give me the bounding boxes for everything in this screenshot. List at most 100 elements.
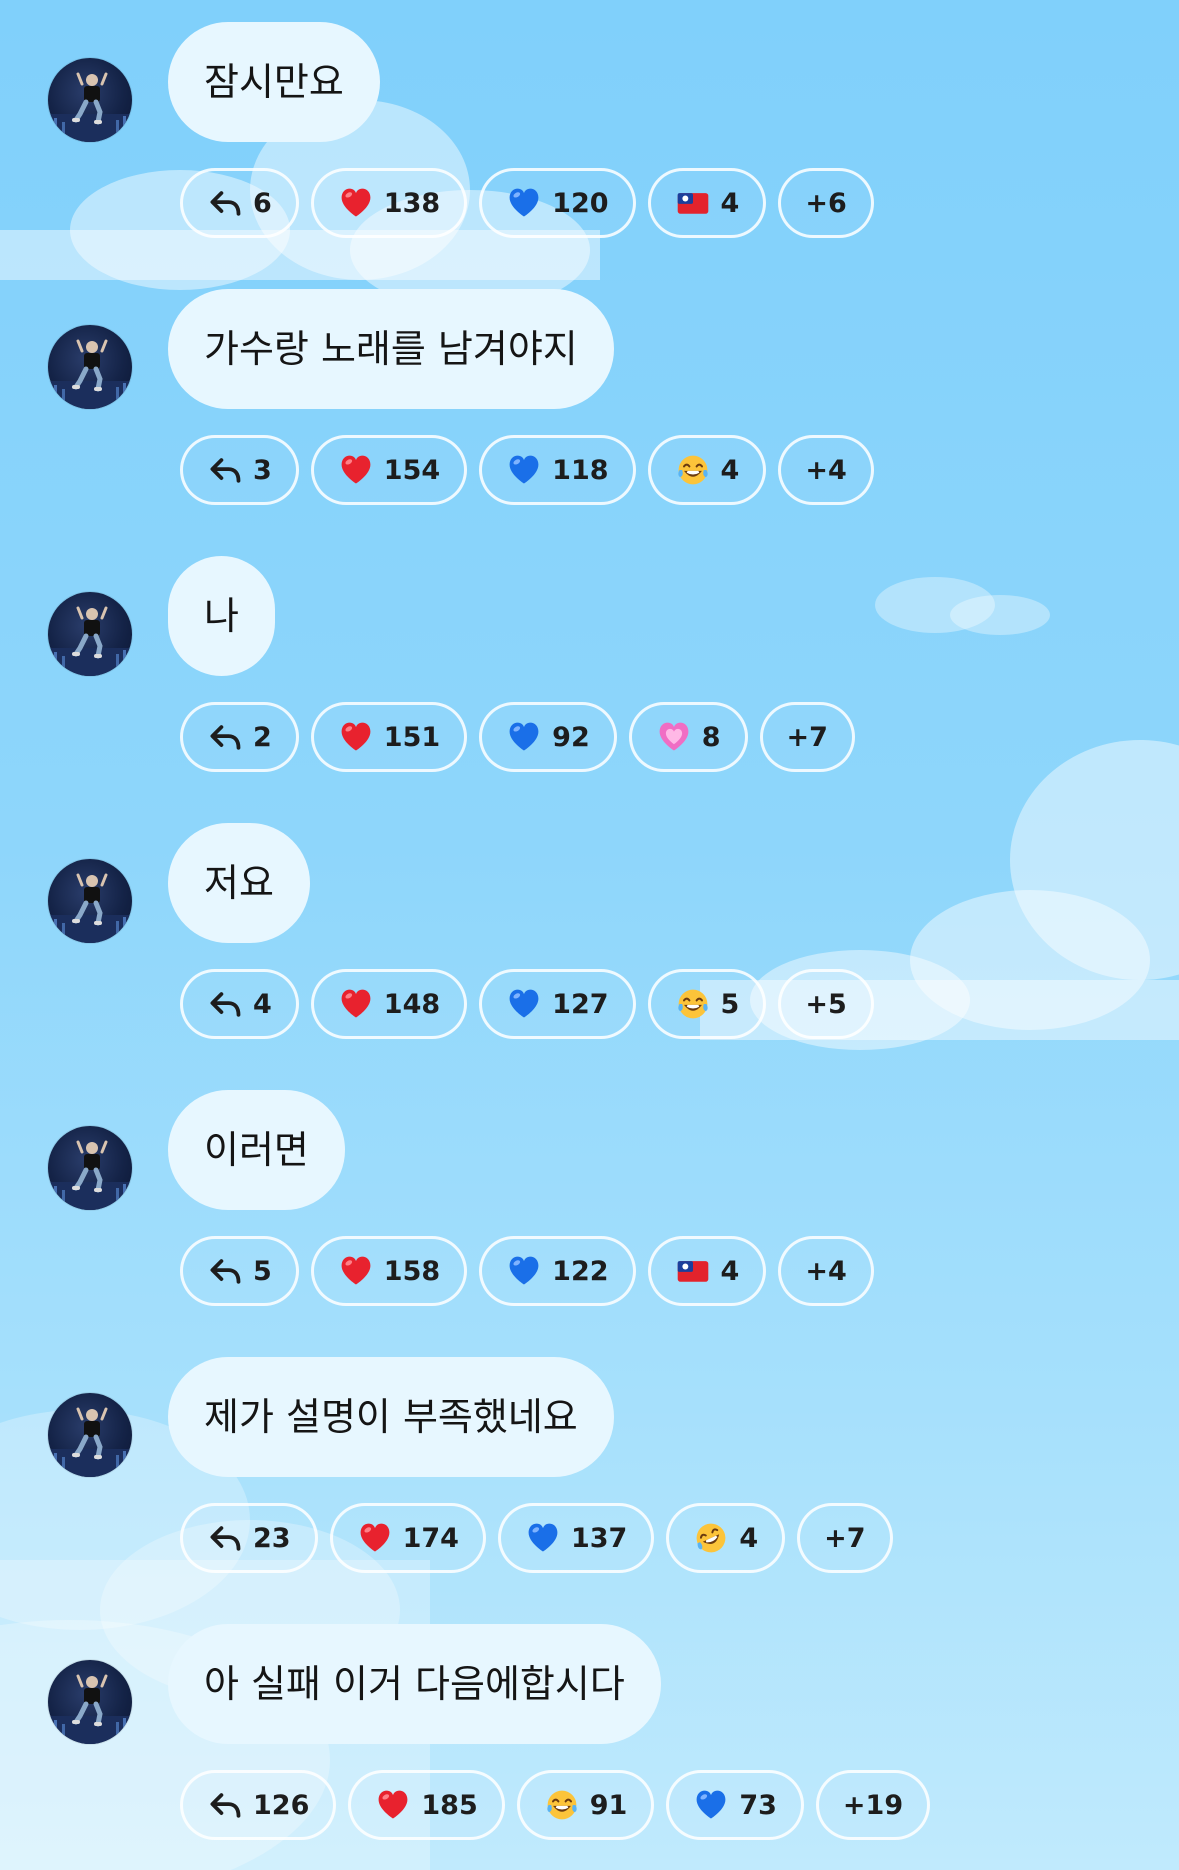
message-bubble[interactable]: 잠시만요: [168, 22, 380, 142]
more-reactions-button[interactable]: +7: [797, 1503, 893, 1573]
reaction-count: 126: [253, 1789, 310, 1821]
reaction-bar: 3 154 118 4 +4: [180, 435, 874, 505]
reaction-chip[interactable]: 118: [479, 435, 636, 505]
reaction-chip[interactable]: 151: [310, 702, 468, 772]
reply-icon: [207, 986, 243, 1022]
avatar[interactable]: [48, 1393, 132, 1477]
red-heart-icon: [338, 452, 374, 488]
message-bubble[interactable]: 가수랑 노래를 남겨야지: [168, 289, 614, 409]
message-row: 제가 설명이 부족했네요 23 174 137 4 +7: [0, 1335, 1179, 1602]
reaction-chip[interactable]: 120: [479, 168, 636, 238]
reaction-chip[interactable]: 148: [310, 969, 468, 1039]
reaction-chip[interactable]: 174: [329, 1503, 486, 1573]
pink-heart-icon: [656, 719, 692, 755]
reaction-chip[interactable]: 185: [348, 1770, 505, 1840]
blue-heart-icon: [525, 1520, 561, 1556]
more-reactions-button[interactable]: +19: [815, 1770, 931, 1840]
reaction-count: 120: [552, 187, 609, 219]
reaction-chip[interactable]: 73: [666, 1770, 804, 1840]
rolling-laughing-icon: [693, 1520, 729, 1556]
reaction-chip[interactable]: 4: [647, 435, 767, 505]
reaction-count: 174: [402, 1522, 459, 1554]
reaction-count: 138: [383, 187, 441, 219]
reply-icon: [207, 452, 243, 488]
reaction-count: 5: [253, 1255, 272, 1287]
reply-button[interactable]: 23: [180, 1503, 318, 1573]
reaction-count: 151: [383, 721, 441, 753]
reaction-count: 4: [739, 1522, 759, 1554]
taiwan-flag-icon: [675, 1253, 711, 1289]
blue-heart-icon: [506, 1253, 542, 1289]
reaction-chip[interactable]: 92: [479, 702, 617, 772]
avatar[interactable]: [48, 1660, 132, 1744]
message-bubble[interactable]: 저요: [168, 823, 310, 943]
reaction-chip[interactable]: 5: [647, 969, 767, 1039]
message-bubble[interactable]: 이러면: [168, 1090, 345, 1210]
avatar[interactable]: [48, 58, 132, 142]
reaction-count: 148: [383, 988, 441, 1020]
reaction-count: 127: [552, 988, 609, 1020]
message-bubble[interactable]: 제가 설명이 부족했네요: [168, 1357, 614, 1477]
reaction-count: +4: [805, 1255, 847, 1287]
reaction-chip[interactable]: 4: [666, 1503, 786, 1573]
reaction-count: 5: [720, 988, 740, 1020]
more-reactions-button[interactable]: +6: [778, 168, 874, 238]
message-bubble[interactable]: 나: [168, 556, 275, 676]
avatar[interactable]: [48, 1126, 132, 1210]
reaction-count: 4: [720, 187, 740, 219]
more-reactions-button[interactable]: +7: [759, 702, 855, 772]
blue-heart-icon: [506, 452, 542, 488]
red-heart-icon: [338, 986, 374, 1022]
reaction-chip[interactable]: 127: [479, 969, 636, 1039]
reaction-count: +7: [786, 721, 828, 753]
reaction-chip[interactable]: 137: [497, 1503, 655, 1573]
reaction-count: 4: [720, 1255, 740, 1287]
blue-heart-icon: [506, 719, 542, 755]
reply-button[interactable]: 4: [180, 969, 299, 1039]
reply-button[interactable]: 3: [180, 435, 299, 505]
reaction-chip[interactable]: 91: [516, 1770, 655, 1840]
reaction-chip[interactable]: 4: [647, 1236, 767, 1306]
reaction-chip[interactable]: 4: [647, 168, 767, 238]
red-heart-icon: [357, 1520, 393, 1556]
avatar[interactable]: [48, 325, 132, 409]
reaction-count: 185: [421, 1789, 478, 1821]
reply-button[interactable]: 5: [180, 1236, 299, 1306]
blue-heart-icon: [506, 986, 542, 1022]
taiwan-flag-icon: [675, 185, 711, 221]
reply-icon: [207, 1253, 243, 1289]
more-reactions-button[interactable]: +4: [778, 1236, 874, 1306]
reaction-count: 4: [720, 454, 740, 486]
message-row: 이러면 5 158 122 4 +4: [0, 1068, 1179, 1335]
reaction-count: 122: [552, 1255, 609, 1287]
reaction-chip[interactable]: 158: [310, 1236, 468, 1306]
message-bubble[interactable]: 아 실패 이거 다음에합시다: [168, 1624, 661, 1744]
blue-heart-icon: [506, 185, 542, 221]
reaction-count: 92: [552, 721, 590, 753]
reaction-chip[interactable]: 8: [628, 702, 748, 772]
reply-button[interactable]: 126: [180, 1770, 337, 1840]
reaction-count: +4: [805, 454, 847, 486]
reply-icon: [207, 185, 243, 221]
reaction-chip[interactable]: 122: [479, 1236, 636, 1306]
more-reactions-button[interactable]: +5: [778, 969, 874, 1039]
reply-icon: [207, 1787, 243, 1823]
reaction-count: 4: [253, 988, 272, 1020]
reaction-count: 3: [253, 454, 272, 486]
avatar[interactable]: [48, 592, 132, 676]
more-reactions-button[interactable]: +4: [778, 435, 874, 505]
tears-of-joy-icon: [675, 986, 711, 1022]
reaction-count: 158: [383, 1255, 441, 1287]
red-heart-icon: [338, 719, 374, 755]
avatar[interactable]: [48, 859, 132, 943]
reaction-chip[interactable]: 154: [310, 435, 468, 505]
reaction-chip[interactable]: 138: [310, 168, 468, 238]
message-row: 저요 4 148 127 5 +5: [0, 801, 1179, 1068]
reply-button[interactable]: 2: [180, 702, 299, 772]
reaction-count: 137: [570, 1522, 628, 1554]
reaction-count: 118: [552, 454, 609, 486]
reply-button[interactable]: 6: [180, 168, 299, 238]
reaction-count: 91: [589, 1789, 628, 1821]
reaction-count: +7: [824, 1522, 866, 1554]
red-heart-icon: [338, 185, 374, 221]
